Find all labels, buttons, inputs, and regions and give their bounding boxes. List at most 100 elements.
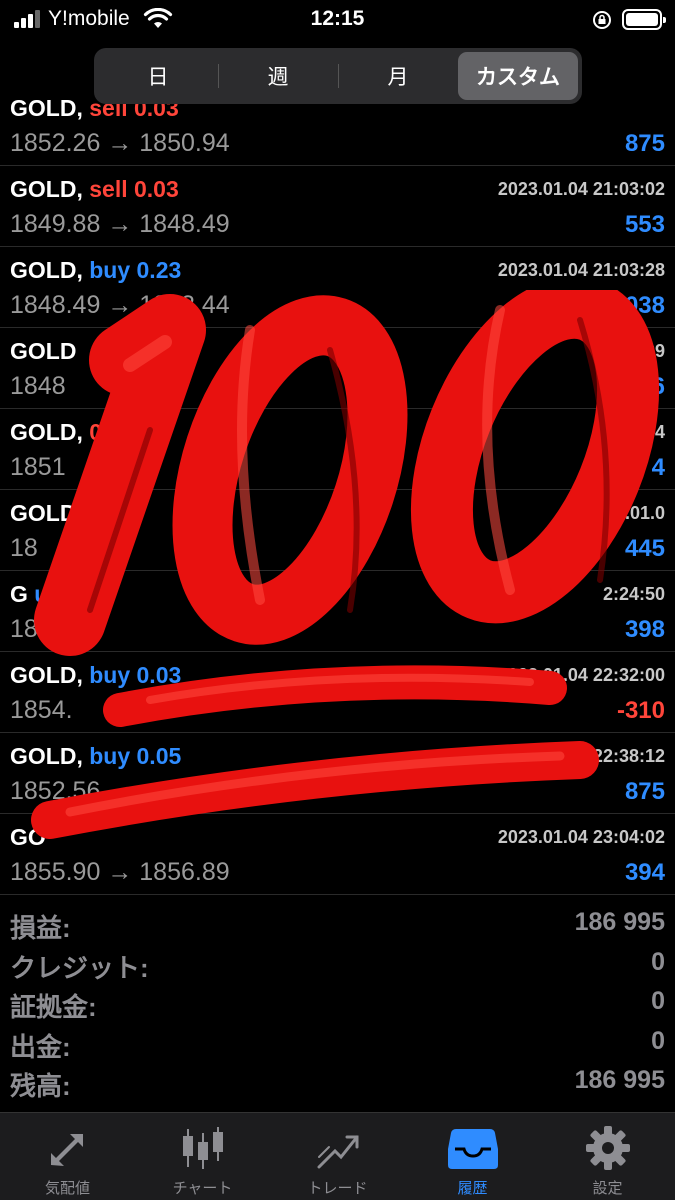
trade-symbol: GOLD, — [10, 257, 83, 283]
trade-symbol: GOLD, — [10, 176, 83, 202]
trade-title: GOLD 0.0 — [10, 500, 115, 527]
trade-symbol: G — [10, 581, 28, 607]
trade-profit: 875 — [624, 778, 665, 805]
segment-week[interactable]: 週 — [218, 52, 338, 100]
clock: 12:15 — [310, 7, 365, 30]
history-inbox-icon — [447, 1129, 498, 1169]
tab-trade[interactable]: トレード — [270, 1113, 405, 1200]
balance-value: 186 995 — [574, 1066, 665, 1094]
trade-title: GOLD, buy 0.05 — [10, 743, 181, 770]
trade-side-volume: buy 0.23 — [89, 257, 182, 283]
deposit-label: 証拠金: — [10, 992, 97, 1022]
trade-profit: 4 — [651, 454, 665, 481]
trade-side-volume: sell 0.03 — [89, 176, 179, 202]
trade-row[interactable]: GOLD, buy 0.05 2023.01.04 22:38:12 1852.56… — [0, 733, 675, 814]
trade-prices: 1852.26 → 1850.94 — [10, 129, 230, 157]
trade-prices: 1849.88 → 1848.49 — [10, 210, 230, 238]
settings-gear-icon — [585, 1126, 630, 1170]
trade-time: 2:24:50 — [602, 584, 665, 604]
profit-label: 損益: — [10, 913, 71, 943]
trade-title: GOLD, sell 0.03 — [10, 176, 179, 203]
trade-side-volume: uy 0.03 — [34, 581, 113, 607]
deposit-value: 0 — [651, 987, 665, 1015]
trade-title: G uy 0.03 — [10, 581, 112, 608]
tab-label: トレード — [307, 1180, 368, 1197]
trade-side-volume: buy 0.05 — [89, 743, 182, 769]
trade-row[interactable]: GOLD, sell 0.03 2023.01.04 21:03:02 1849.8… — [0, 166, 675, 247]
trade-row[interactable]: G uy 0.03 2:24:50 1854. 398 — [0, 571, 675, 652]
summary-row-credit: クレジット: 0 — [0, 942, 675, 983]
trade-profit: 394 — [624, 859, 665, 886]
battery-icon — [622, 9, 666, 30]
trade-row[interactable]: GOLD 21:03:29 1848 56 — [0, 328, 675, 409]
trade-row[interactable]: GOLD, 05 3.01.04 1851 4 — [0, 409, 675, 490]
tab-chart[interactable]: チャート — [135, 1113, 270, 1200]
trade-prices: 1855.90 → 1856.89 — [10, 858, 230, 886]
trade-trend-icon — [317, 1135, 358, 1169]
withdrawal-label: 出金: — [10, 1031, 71, 1062]
tab-settings[interactable]: 設定 — [540, 1113, 675, 1200]
trade-side-volume: 0.0 — [82, 500, 115, 526]
balance-label: 残高: — [10, 1071, 71, 1101]
tab-label: 履歴 — [457, 1180, 488, 1197]
trade-time: 2023.01.04 21:03:28 — [497, 260, 665, 280]
trade-symbol: GOLD, — [10, 419, 83, 445]
trade-prices: 1848.49 → 1852.44 — [10, 291, 230, 319]
summary-row-withdrawal: 出金: 0 — [0, 1021, 675, 1062]
tab-label: チャート — [172, 1180, 233, 1197]
tab-history[interactable]: 履歴 — [405, 1113, 540, 1200]
tab-label: 設定 — [592, 1180, 623, 1197]
trade-symbol: GOLD — [10, 338, 77, 364]
trade-title: GOLD, buy 0.23 — [10, 257, 181, 284]
trade-profit: -310 — [616, 697, 665, 724]
account-summary: 損益: 186 995 クレジット: 0 証拠金: 0 出金: 0 残高: 18… — [0, 902, 675, 1101]
bottom-tab-bar: 気配値 チャート トレード 履歴 設定 — [0, 1112, 675, 1200]
trade-symbol: GOLD — [10, 500, 77, 526]
summary-row-deposit: 証拠金: 0 — [0, 981, 675, 1022]
trade-title: GO — [10, 824, 46, 851]
trade-row[interactable]: GOLD, buy 0.03 2023.01.04 22:32:00 1854. -3… — [0, 652, 675, 733]
candlestick-chart-icon — [182, 1127, 223, 1169]
trade-row[interactable]: GOLD, buy 0.23 2023.01.04 21:03:28 1848.49… — [0, 247, 675, 328]
trade-profit: 56 — [638, 373, 665, 400]
trade-prices: 1851 — [10, 453, 66, 481]
trade-history-list[interactable]: GOLD, sell 0.03 1852.26 → 1850.94 875 GOLD,… — [0, 85, 675, 897]
trade-row[interactable]: GOLD 0.0 2023.01.0 18 445 — [0, 490, 675, 571]
trade-prices: 1852.56 — [10, 777, 101, 805]
trade-prices: 1848 — [10, 372, 66, 400]
trade-symbol: GO — [10, 824, 46, 850]
trade-title: GOLD, 05 — [10, 419, 115, 446]
tab-quotes[interactable]: 気配値 — [0, 1113, 135, 1200]
trade-profit: 553 — [624, 211, 665, 238]
trade-symbol: GOLD, — [10, 662, 83, 688]
summary-row-profit: 損益: 186 995 — [0, 902, 675, 943]
trade-symbol: GOLD, — [10, 743, 83, 769]
profit-value: 186 995 — [574, 908, 665, 936]
trade-profit: 12 038 — [591, 292, 665, 319]
trade-side-volume: 05 — [89, 419, 115, 445]
segment-month[interactable]: 月 — [338, 52, 458, 100]
segment-custom[interactable]: カスタム — [458, 52, 578, 100]
trade-title: GOLD, buy 0.03 — [10, 662, 181, 689]
trade-row[interactable]: GO 2023.01.04 23:04:02 1855.90 → 1856.89 3… — [0, 814, 675, 895]
credit-label: クレジット: — [10, 952, 149, 983]
trade-prices: 1854. — [10, 615, 73, 643]
trade-profit: 445 — [624, 535, 665, 562]
credit-value: 0 — [651, 947, 665, 976]
tab-label: 気配値 — [44, 1180, 90, 1197]
trade-time: 2023.01.04 22:38:12 — [497, 746, 665, 766]
trade-title: GOLD — [10, 338, 76, 365]
trade-time: 2023.01.04 21:03:02 — [497, 179, 665, 199]
quotes-arrows-icon — [50, 1134, 83, 1166]
trade-side-volume: buy 0.03 — [89, 662, 182, 688]
trade-profit: 875 — [624, 130, 665, 157]
status-bar: Y!mobile 12:15 — [0, 0, 675, 40]
trade-prices: 18 — [10, 534, 38, 562]
period-segmented-control: 日 週 月 カスタム — [94, 48, 582, 104]
summary-row-balance: 残高: 186 995 — [0, 1060, 675, 1101]
rotation-lock-icon — [593, 11, 611, 29]
segment-day[interactable]: 日 — [98, 52, 218, 100]
trade-prices: 1854. — [10, 696, 73, 724]
trade-symbol: GOLD, — [10, 95, 83, 121]
trade-time: 2023.01.04 22:32:00 — [497, 665, 665, 685]
